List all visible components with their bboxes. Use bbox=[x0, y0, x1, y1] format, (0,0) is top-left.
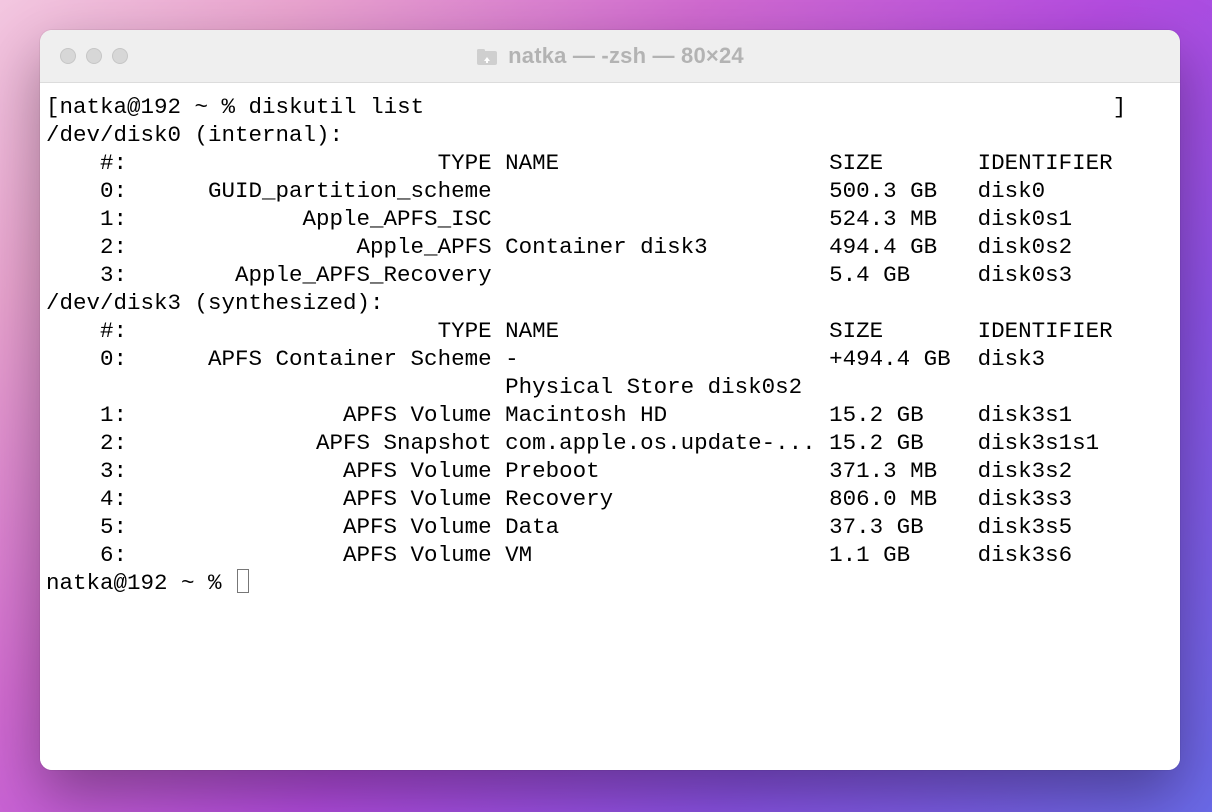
terminal-window: natka — -zsh — 80×24 [natka@192 ~ % disk… bbox=[40, 30, 1180, 770]
minimize-icon[interactable] bbox=[86, 48, 102, 64]
disk3-row: 1: APFS Volume Macintosh HD 15.2 GB disk… bbox=[46, 401, 1174, 429]
disk3-row: 0: APFS Container Scheme - +494.4 GB dis… bbox=[46, 345, 1174, 373]
disk3-row: Physical Store disk0s2 bbox=[46, 373, 1174, 401]
disk3-row: 6: APFS Volume VM 1.1 GB disk3s6 bbox=[46, 541, 1174, 569]
disk0-device: /dev/disk0 (internal): bbox=[46, 121, 1174, 149]
disk3-row: 3: APFS Volume Preboot 371.3 MB disk3s2 bbox=[46, 457, 1174, 485]
disk3-row: 2: APFS Snapshot com.apple.os.update-...… bbox=[46, 429, 1174, 457]
cursor-icon bbox=[237, 569, 249, 593]
zoom-icon[interactable] bbox=[112, 48, 128, 64]
disk0-header: #: TYPE NAME SIZE IDENTIFIER bbox=[46, 149, 1174, 177]
titlebar[interactable]: natka — -zsh — 80×24 bbox=[40, 30, 1180, 83]
prompt-line: natka@192 ~ % bbox=[46, 569, 1174, 597]
disk0-row: 2: Apple_APFS Container disk3 494.4 GB d… bbox=[46, 233, 1174, 261]
close-icon[interactable] bbox=[60, 48, 76, 64]
disk3-header: #: TYPE NAME SIZE IDENTIFIER bbox=[46, 317, 1174, 345]
terminal-body[interactable]: [natka@192 ~ % diskutil list ]/dev/disk0… bbox=[40, 83, 1180, 770]
prompt-line: [natka@192 ~ % diskutil list ] bbox=[46, 93, 1174, 121]
disk0-row: 0: GUID_partition_scheme 500.3 GB disk0 bbox=[46, 177, 1174, 205]
disk3-row: 4: APFS Volume Recovery 806.0 MB disk3s3 bbox=[46, 485, 1174, 513]
disk3-row: 5: APFS Volume Data 37.3 GB disk3s5 bbox=[46, 513, 1174, 541]
home-folder-icon bbox=[476, 46, 498, 66]
disk0-row: 3: Apple_APFS_Recovery 5.4 GB disk0s3 bbox=[46, 261, 1174, 289]
window-title: natka — -zsh — 80×24 bbox=[508, 43, 744, 69]
disk3-device: /dev/disk3 (synthesized): bbox=[46, 289, 1174, 317]
disk0-row: 1: Apple_APFS_ISC 524.3 MB disk0s1 bbox=[46, 205, 1174, 233]
window-controls bbox=[60, 48, 128, 64]
